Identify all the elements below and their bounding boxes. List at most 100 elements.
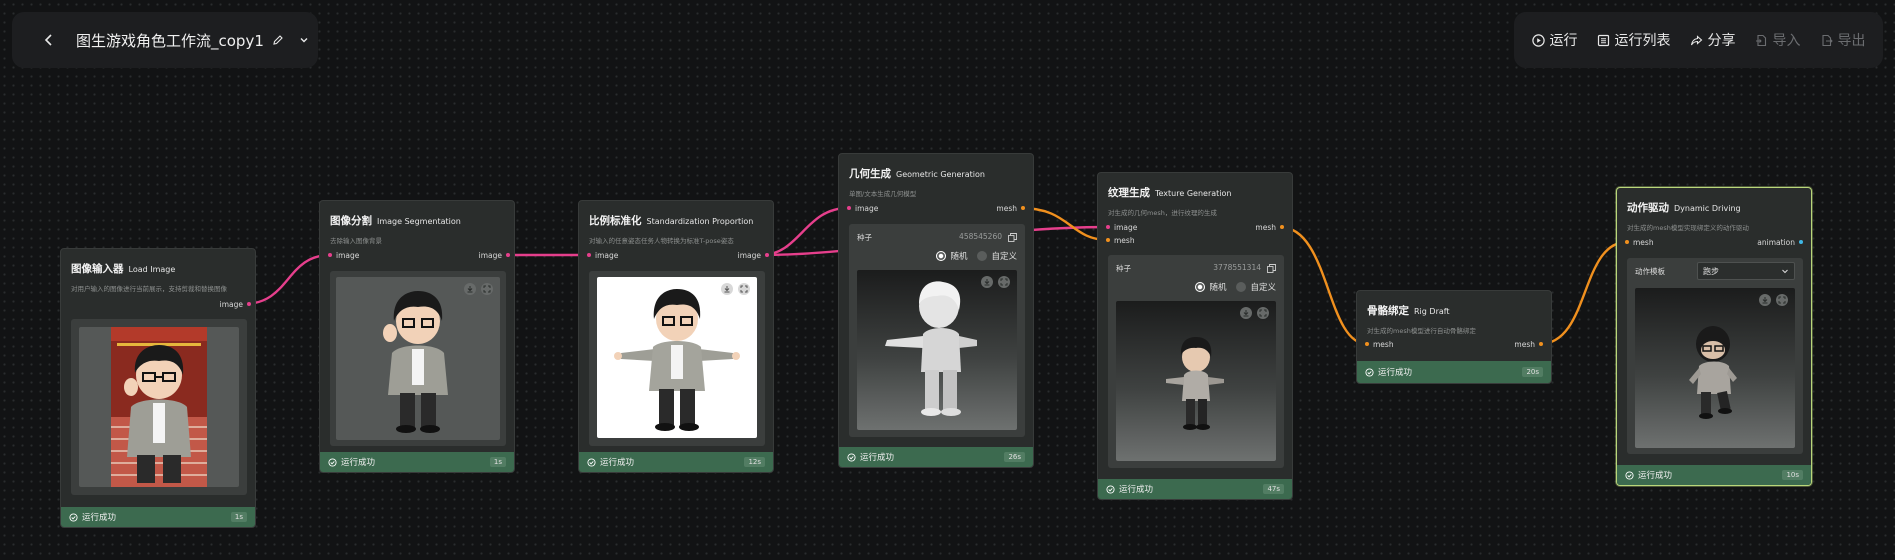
run-time-badge: 10s: [1782, 470, 1803, 480]
download-button[interactable]: [1240, 307, 1252, 319]
input-image: [79, 327, 239, 487]
expand-icon: [740, 285, 748, 293]
node-status-bar: 运行成功 47s: [1098, 479, 1292, 499]
output-port-image[interactable]: image: [738, 251, 769, 261]
share-button[interactable]: 分享: [1690, 30, 1736, 50]
download-button[interactable]: [721, 283, 733, 295]
seed-value[interactable]: 458545260: [959, 232, 1002, 241]
run-list-button-label: 运行列表: [1614, 33, 1671, 49]
node-status-bar: 运行成功 12s: [579, 452, 773, 472]
node-rig-draft[interactable]: 骨骼绑定 Rig Draft 对生成的mesh模型进行自动骨骼绑定 mesh me…: [1356, 290, 1552, 384]
seed-mode-radio-group: 随机 自定义: [936, 250, 1017, 262]
workflow-menu-dropdown[interactable]: [298, 34, 310, 46]
expand-icon: [1000, 278, 1008, 286]
node-title: 几何生成 Geometric Generation: [849, 168, 985, 180]
image-preview-panel: [71, 319, 247, 495]
run-time-badge: 20s: [1522, 367, 1543, 377]
status-text: 运行成功: [1638, 471, 1673, 481]
workflow-title: 图生游戏角色工作流_copy1: [76, 31, 264, 50]
input-port-image[interactable]: image: [847, 204, 878, 214]
node-dynamic-driving[interactable]: 动作驱动 Dynamic Driving 对生成的mesh模型实现绑定义的动作驱动…: [1616, 187, 1812, 486]
status-text: 运行成功: [600, 458, 635, 468]
run-time-badge: 47s: [1263, 484, 1284, 494]
node-description: 对生成的mesh模型实现绑定义的动作驱动: [1627, 224, 1749, 232]
download-button[interactable]: [981, 276, 993, 288]
export-button[interactable]: 导出: [1820, 30, 1866, 50]
edge-std-to-geo: [760, 206, 849, 257]
radio-custom-label: 自定义: [1250, 283, 1276, 293]
seed-label: 种子: [1116, 264, 1131, 273]
run-list-button[interactable]: 运行列表: [1597, 30, 1671, 50]
output-port-mesh[interactable]: mesh: [996, 204, 1025, 214]
copy-icon[interactable]: [1267, 264, 1276, 273]
download-icon: [1762, 297, 1768, 304]
fullscreen-button[interactable]: [738, 283, 750, 295]
run-time-badge: 12s: [744, 457, 765, 467]
animation-viewer[interactable]: [1635, 288, 1795, 448]
input-port-image[interactable]: image: [328, 251, 359, 261]
node-texture-generation[interactable]: 纹理生成 Texture Generation 对生成的几何mesh，进行纹理的生…: [1097, 172, 1293, 500]
radio-random-label: 随机: [1209, 283, 1227, 293]
expand-icon: [1259, 309, 1267, 317]
node-image-segmentation[interactable]: 图像分割 Image Segmentation 去除输入图像背景 image im…: [319, 200, 515, 473]
download-button[interactable]: [1759, 294, 1771, 306]
download-icon: [984, 279, 990, 286]
node-title: 纹理生成 Texture Generation: [1108, 187, 1232, 199]
input-port-image[interactable]: image: [1106, 223, 1137, 233]
image-preview-panel: [330, 271, 506, 446]
run-button[interactable]: 运行: [1531, 30, 1578, 50]
node-description: 去除输入图像背景: [330, 237, 382, 245]
output-port-image[interactable]: image: [479, 251, 510, 261]
node-description: 对用户输入的图像进行当前展示，支持剪裁和替换图像: [71, 285, 227, 293]
template-select-value: 跑步: [1703, 266, 1719, 276]
check-circle-icon: [847, 452, 856, 462]
fullscreen-button[interactable]: [998, 276, 1010, 288]
import-button[interactable]: 导入: [1755, 30, 1801, 50]
driving-settings-panel: 动作模板 跑步: [1627, 258, 1803, 454]
node-geometric-generation[interactable]: 几何生成 Geometric Generation 单图/文本生成几何模型 ima…: [838, 153, 1034, 468]
node-title: 动作驱动 Dynamic Driving: [1627, 202, 1741, 214]
input-port-mesh[interactable]: mesh: [1625, 238, 1654, 248]
check-circle-icon: [1365, 367, 1374, 377]
seed-value[interactable]: 3778551314: [1213, 263, 1261, 272]
node-standardization-proportion[interactable]: 比例标准化 Standardization Proportion 对输入的任意姿态…: [578, 200, 774, 473]
edit-title-button[interactable]: [272, 34, 284, 46]
fullscreen-button[interactable]: [1257, 307, 1269, 319]
fullscreen-button[interactable]: [481, 283, 493, 295]
node-description: 单图/文本生成几何模型: [849, 190, 917, 198]
mesh-3d-viewer[interactable]: [857, 270, 1017, 430]
generation-settings-panel: 种子 3778551314 随机 自定义: [1108, 255, 1284, 468]
fullscreen-button[interactable]: [1776, 294, 1788, 306]
check-circle-icon: [1106, 484, 1115, 494]
check-circle-icon: [1625, 470, 1634, 480]
radio-custom-label: 自定义: [991, 252, 1017, 262]
edge-tex-to-rig: [1279, 225, 1368, 346]
expand-icon: [1778, 296, 1786, 304]
download-icon: [1243, 310, 1249, 317]
chevron-down-icon: [1782, 269, 1788, 274]
output-port-mesh[interactable]: mesh: [1255, 223, 1284, 233]
tpose-image: [597, 277, 757, 438]
radio-random[interactable]: [1195, 282, 1206, 292]
export-icon: [1821, 34, 1833, 46]
output-port-mesh[interactable]: mesh: [1514, 340, 1543, 350]
chevron-left-icon: [44, 34, 52, 46]
node-title: 骨骼绑定 Rig Draft: [1367, 305, 1450, 317]
status-text: 运行成功: [82, 513, 117, 523]
input-port-image[interactable]: image: [587, 251, 618, 261]
download-button[interactable]: [464, 283, 476, 295]
output-port-image[interactable]: image: [220, 300, 251, 310]
textured-mesh-viewer[interactable]: [1116, 301, 1276, 461]
radio-custom[interactable]: [977, 251, 988, 261]
input-port-mesh[interactable]: mesh: [1106, 236, 1135, 246]
radio-random[interactable]: [936, 251, 947, 261]
template-select[interactable]: 跑步: [1697, 262, 1795, 280]
download-icon: [724, 286, 730, 293]
back-button[interactable]: [36, 27, 62, 53]
input-port-mesh[interactable]: mesh: [1365, 340, 1394, 350]
radio-custom[interactable]: [1236, 282, 1247, 292]
output-port-animation[interactable]: animation: [1757, 238, 1803, 248]
pencil-icon: [273, 35, 283, 45]
node-load-image[interactable]: 图像输入器 Load Image 对用户输入的图像进行当前展示，支持剪裁和替换图像…: [60, 248, 256, 528]
copy-icon[interactable]: [1008, 233, 1017, 242]
